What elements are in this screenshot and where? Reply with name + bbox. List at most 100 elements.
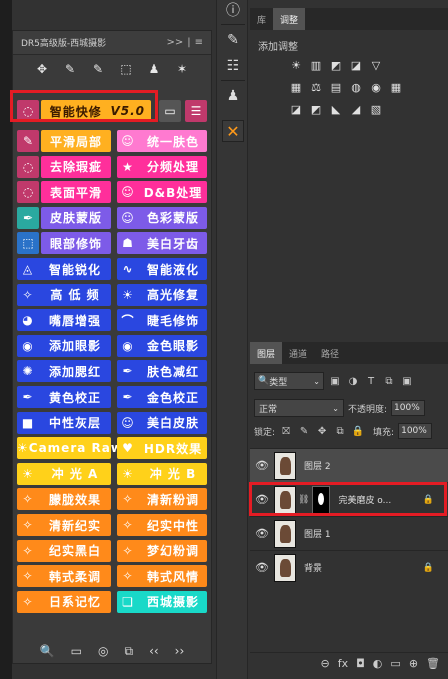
fill-field[interactable]: 100% — [398, 423, 433, 439]
channel-mixer-icon[interactable]: ◉ — [368, 80, 384, 94]
adjustment-filter-icon[interactable]: ◑ — [346, 374, 360, 388]
button-5-left[interactable]: ◬ 智能锐化 — [17, 258, 111, 280]
layer-row[interactable]: 👁 背景 🔒 — [250, 550, 448, 584]
button-11-right[interactable]: ☺ 美白皮肤 — [117, 411, 207, 434]
button-4-left[interactable]: 眼部修饰 — [41, 232, 111, 255]
selective-color-icon[interactable]: ▧ — [368, 102, 384, 116]
button-2-left[interactable]: 表面平滑 — [41, 181, 111, 204]
collapse-icon[interactable]: >> — [166, 37, 183, 48]
trash-icon[interactable]: 🗑 — [426, 657, 440, 670]
shape-filter-icon[interactable]: ⧉ — [382, 374, 396, 388]
prev-icon[interactable]: ‹‹ — [149, 644, 159, 658]
tab-paths[interactable]: 路径 — [314, 342, 346, 364]
button-15-left[interactable]: ✧ 清新纪实 — [17, 514, 111, 536]
button-17-right[interactable]: ✧ 韩式风情 — [117, 565, 207, 588]
zoom-icon[interactable]: 🔍 — [40, 644, 55, 658]
lock-all-icon[interactable]: 🔒 — [351, 424, 365, 438]
button-11-left[interactable]: ■ 中性灰层 — [17, 411, 111, 434]
black-white-icon[interactable]: ▤ — [328, 80, 344, 94]
color-balance-icon[interactable]: ⚖ — [308, 80, 324, 94]
button-18-right[interactable]: ❏ 西城摄影 — [117, 590, 207, 613]
kind-filter-select[interactable]: 🔍 类型 ⌄ — [254, 372, 324, 390]
button-6-right[interactable]: ☀ 高光修复 — [117, 283, 207, 306]
next-icon[interactable]: ›› — [175, 644, 185, 658]
select-icon[interactable]: ⬚ — [17, 232, 39, 255]
lock-transparent-icon[interactable]: ⛝ — [279, 424, 293, 438]
stamp-icon[interactable]: ♟ — [145, 60, 163, 78]
sliders-icon[interactable]: ☷ — [223, 56, 243, 76]
eye-icon[interactable]: 👁 — [250, 459, 274, 472]
button-3-right[interactable]: ☺ 色彩蒙版 — [117, 206, 207, 229]
button-14-right[interactable]: ✧ 清新粉调 — [117, 488, 207, 511]
fx-icon[interactable]: fx — [338, 657, 348, 670]
settings-icon[interactable]: ☰ — [185, 100, 207, 122]
layer-row[interactable]: 👁 图层 2 — [250, 448, 448, 482]
brush-icon[interactable]: ✎ — [61, 60, 79, 78]
adjustment-layer-icon[interactable]: ◐ — [373, 657, 383, 670]
button-14-left[interactable]: ✧ 朦胧效果 — [17, 488, 111, 511]
button-1-right[interactable]: ★ 分频处理 — [117, 155, 207, 178]
button-13-right[interactable]: ☀ 冲 光 B — [117, 462, 207, 485]
preview-icon[interactable]: ◎ — [98, 644, 108, 658]
gradient-map-icon[interactable]: ◢ — [348, 102, 364, 116]
button-6-left[interactable]: ✧ 高 低 频 — [17, 283, 111, 306]
sparkle-icon[interactable]: ✶ — [173, 60, 191, 78]
smart-filter-icon[interactable]: ▣ — [400, 374, 414, 388]
plugin-x-icon[interactable]: ✕ — [222, 120, 244, 142]
lasso-icon[interactable]: ◌ — [17, 155, 39, 178]
lock-image-icon[interactable]: ✎ — [297, 424, 311, 438]
panel-menu-icon[interactable]: ≡ — [195, 37, 203, 48]
brush-settings-icon[interactable]: ✎ — [223, 30, 243, 50]
pen-icon[interactable]: ✎ — [89, 60, 107, 78]
lock-artboard-icon[interactable]: ⧉ — [333, 424, 347, 438]
pixel-filter-icon[interactable]: ▣ — [328, 374, 342, 388]
tab-library[interactable]: 库 — [250, 8, 273, 30]
tab-layers[interactable]: 图层 — [250, 342, 283, 364]
levels-icon[interactable]: ▥ — [308, 58, 324, 72]
button-9-right[interactable]: ✒ 肤色减红 — [117, 360, 207, 383]
button-1-left[interactable]: 去除瑕疵 — [41, 155, 111, 178]
hue-saturation-icon[interactable]: ▦ — [288, 80, 304, 94]
info-icon[interactable]: ⓘ — [223, 0, 243, 20]
button-0-left[interactable]: 平滑局部 — [41, 130, 111, 152]
dropper-icon[interactable]: ✒ — [17, 206, 39, 229]
screen-icon[interactable]: ▭ — [159, 100, 181, 122]
eye-icon[interactable]: 👁 — [250, 527, 274, 540]
button-10-left[interactable]: ✒ 黄色校正 — [17, 386, 111, 408]
clone-stamp-icon[interactable]: ♟ — [223, 86, 243, 106]
photo-filter-icon[interactable]: ◍ — [348, 80, 364, 94]
button-15-right[interactable]: ✧ 纪实中性 — [117, 514, 207, 536]
button-8-left[interactable]: ◉ 添加眼影 — [17, 334, 111, 357]
blend-mode-select[interactable]: 正常 ⌄ — [254, 399, 344, 417]
button-5-right[interactable]: ∿ 智能液化 — [117, 258, 207, 280]
add-mask-icon[interactable]: ◘ — [356, 657, 365, 670]
link-layers-icon[interactable]: ⊖ — [320, 657, 329, 670]
posterize-icon[interactable]: ◩ — [308, 102, 324, 116]
button-12-left[interactable]: ☀ Camera Raw — [17, 437, 122, 460]
button-10-right[interactable]: ✒ 金色校正 — [117, 386, 207, 408]
group-icon[interactable]: ▭ — [390, 657, 400, 670]
frame-icon[interactable]: ▭ — [71, 644, 82, 658]
threshold-icon[interactable]: ◣ — [328, 102, 344, 116]
eye-icon[interactable]: 👁 — [250, 561, 274, 574]
button-7-left[interactable]: ◕ 嘴唇增强 — [17, 309, 111, 332]
marquee-icon[interactable]: ⬚ — [117, 60, 135, 78]
button-18-left[interactable]: ✧ 日系记忆 — [17, 590, 111, 613]
button-3-left[interactable]: 皮肤蒙版 — [41, 206, 111, 229]
button-12-right[interactable]: ♥ HDR效果 — [117, 437, 207, 460]
exposure-icon[interactable]: ◪ — [348, 58, 364, 72]
button-7-right[interactable]: ⌒ 睫毛修饰 — [117, 309, 207, 332]
duplicate-icon[interactable]: ⧉ — [124, 644, 133, 659]
layer-row[interactable]: 👁 图层 1 — [250, 516, 448, 550]
button-4-right[interactable]: ☗ 美白牙齿 — [117, 232, 207, 255]
tab-adjustments[interactable]: 调整 — [273, 8, 306, 30]
button-16-right[interactable]: ✧ 梦幻粉调 — [117, 539, 207, 562]
curves-icon[interactable]: ◩ — [328, 58, 344, 72]
brightness-icon[interactable]: ☀ — [288, 58, 304, 72]
vibrance-icon[interactable]: ▽ — [368, 58, 384, 72]
invert-icon[interactable]: ◪ — [288, 102, 304, 116]
lock-position-icon[interactable]: ✥ — [315, 424, 329, 438]
type-filter-icon[interactable]: T — [364, 374, 378, 388]
button-0-right[interactable]: ☺ 统一肤色 — [117, 130, 207, 152]
color-lookup-icon[interactable]: ▦ — [388, 80, 404, 94]
